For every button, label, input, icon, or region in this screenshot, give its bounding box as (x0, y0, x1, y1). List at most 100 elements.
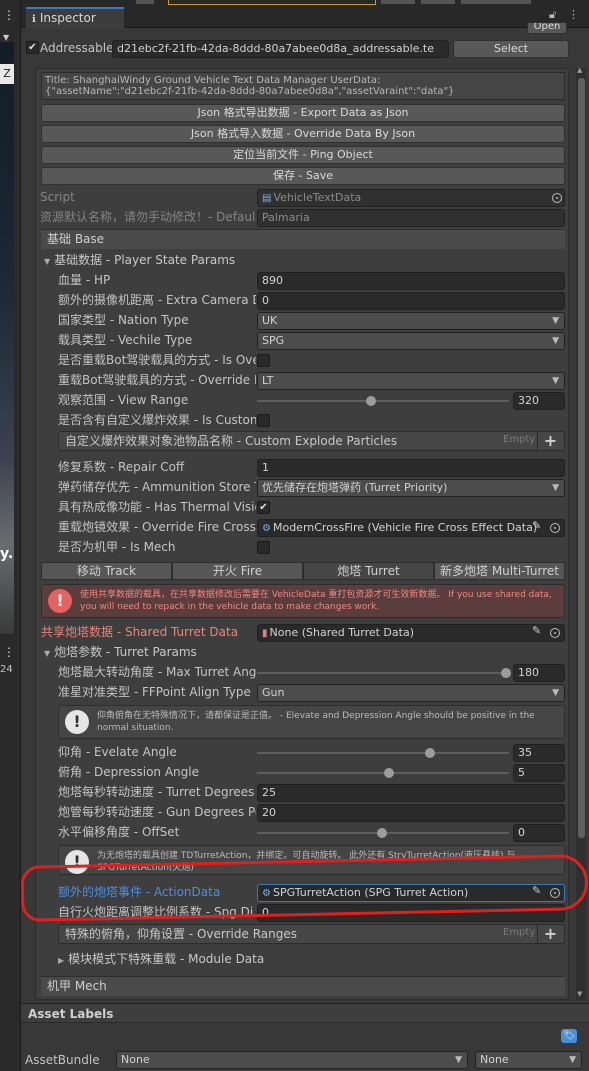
offset-label: 水平偏移角度 - OffSet (58, 825, 180, 839)
vehicle-type-dropdown[interactable]: SPG ▼ (257, 332, 565, 350)
section-mech[interactable]: 机甲 Mech (41, 976, 565, 996)
depression-angle-slider-knob[interactable] (384, 768, 394, 778)
foldout-expanded-icon: ▼ (44, 257, 51, 266)
scrollbar-thumb[interactable] (578, 78, 585, 838)
assetbundle-name-value: None (121, 1053, 150, 1066)
userdata-title-box: Title: ShanghaiWindy Ground Vehicle Text… (41, 72, 565, 100)
custom-explode-list-label: 自定义爆炸效果对象池物品名称 - Custom Explode Particle… (65, 434, 398, 448)
addressable-row: ✔ Addressable d21ebc2f-21fb-42da-8ddd-80… (21, 38, 589, 58)
override-fire-cross-value: ModernCrossFire (Vehicle Fire Cross Effe… (272, 521, 538, 534)
elevate-angle-slider-knob[interactable] (425, 748, 435, 758)
assetbundle-variant-dropdown[interactable]: None ▼ (475, 1051, 582, 1069)
scroll-up-arrow-icon[interactable]: ▲ (577, 66, 582, 74)
depression-angle-field[interactable]: 5 (513, 764, 565, 782)
gun-degrees-field[interactable]: 20 (257, 804, 565, 822)
hp-field[interactable]: 890 (257, 272, 565, 290)
asset-labels-header[interactable]: Asset Labels (21, 1003, 589, 1023)
assetbundle-name-dropdown[interactable]: None ▼ (116, 1051, 468, 1069)
shared-data-warning: ! 使用共享数据的载具，在共享数据修改后需要在 VehicleData 重打包资… (41, 584, 565, 618)
extra-camera-field[interactable]: 0 (257, 292, 565, 310)
addressable-address-field[interactable]: d21ebc2f-21fb-42da-8ddd-80a7abee0d8a_add… (112, 40, 449, 58)
max-turret-angle-slider-knob[interactable] (501, 668, 511, 678)
elevate-angle-field[interactable]: 35 (513, 744, 565, 762)
asset-labels-title: Asset Labels (28, 1007, 114, 1021)
ffpoint-align-dropdown[interactable]: Gun ▼ (257, 684, 565, 702)
subtab-track[interactable]: 移动 Track (41, 562, 172, 580)
offset-field[interactable]: 0 (513, 824, 565, 842)
save-button[interactable]: 保存 - Save (41, 167, 565, 185)
warning-icon: ! (48, 589, 72, 613)
edit-pencil-icon[interactable]: ✎ (532, 519, 541, 532)
max-turret-angle-field[interactable]: 180 (513, 664, 565, 682)
turret-params-foldout[interactable]: ▼ 炮塔参数 - Turret Params (44, 643, 197, 663)
select-button[interactable]: Select (453, 40, 569, 58)
is-custom-explode-checkbox[interactable] (257, 414, 270, 427)
depression-angle-slider-track[interactable] (257, 772, 509, 774)
override-bot-dropdown[interactable]: LT ▼ (257, 372, 565, 390)
script-field: ▤ VehicleTextData (257, 189, 565, 207)
thermal-vision-checkbox[interactable]: ✔ (257, 501, 270, 514)
export-json-button[interactable]: Json 格式导出数据 - Export Data as Json (41, 104, 565, 122)
dropdown-arrow-icon: ▼ (569, 1055, 576, 1065)
dropdown-arrow-icon: ▼ (552, 376, 559, 386)
turret-degrees-field[interactable]: 25 (257, 784, 565, 802)
open-button[interactable]: Open (527, 22, 567, 34)
default-name-label: 资源默认名称，请勿手动修改！- Defaul (40, 210, 255, 224)
foldout-expanded-icon: ▼ (44, 649, 51, 658)
custom-explode-list[interactable]: 自定义爆炸效果对象池物品名称 - Custom Explode Particle… (58, 431, 565, 451)
edit-pencil-icon[interactable]: ✎ (532, 624, 541, 637)
addressable-label: Addressable (40, 41, 114, 55)
is-mech-label: 是否为机甲 - Is Mech (58, 540, 176, 554)
view-range-slider-track[interactable] (257, 400, 509, 402)
label-tag-icon[interactable]: 🏷︎ (561, 1029, 577, 1043)
vehicle-type-value: SPG (262, 334, 285, 347)
ping-object-button[interactable]: 定位当前文件 - Ping Object (41, 146, 565, 164)
script-target-icon (552, 193, 562, 203)
module-data-label: 模块模式下特殊重载 - Module Data (68, 952, 265, 966)
subtab-multi-turret[interactable]: 新多炮塔 Multi-Turret (434, 562, 565, 580)
panel-menu-icon[interactable]: ⋮ (568, 8, 579, 21)
subtab-turret[interactable]: 炮塔 Turret (303, 562, 434, 580)
elevate-angle-slider-track[interactable] (257, 752, 509, 754)
max-turret-angle-slider-track[interactable] (257, 672, 509, 674)
module-data-foldout[interactable]: ▶ 模块模式下特殊重载 - Module Data (58, 950, 264, 970)
object-picker-icon[interactable] (550, 523, 560, 533)
add-item-plus-icon[interactable]: + (537, 924, 563, 944)
scroll-down-arrow-icon[interactable]: ▼ (577, 990, 582, 998)
tab-inspector[interactable]: ℹ Inspector (26, 7, 124, 29)
player-state-foldout[interactable]: ▼ 基础数据 - Player State Params (44, 251, 235, 271)
nation-type-dropdown[interactable]: UK ▼ (257, 312, 565, 330)
import-json-button[interactable]: Json 格式导入数据 - Override Data By Json (41, 125, 565, 143)
lock-icon[interactable]: 🔓︎ (549, 8, 556, 22)
override-ranges-label: 特殊的俯角，仰角设置 - Override Ranges (65, 927, 297, 941)
nation-type-value: UK (262, 314, 278, 327)
view-range-slider-knob[interactable] (366, 396, 376, 406)
addressable-checkbox[interactable]: ✔ (26, 41, 39, 54)
override-bot-label: 重载Bot驾驶载具的方式 - Override E (58, 373, 256, 387)
is-override-bot-checkbox[interactable] (257, 354, 270, 367)
is-mech-checkbox[interactable] (257, 541, 270, 554)
dropdown-arrow-icon: ▼ (552, 316, 559, 326)
ffpoint-align-label: 准星对准类型 - FFPoint Align Type (58, 685, 251, 699)
object-picker-icon[interactable] (550, 628, 560, 638)
dropdown-arrow-icon: ▼ (552, 336, 559, 346)
kebab-menu-icon[interactable]: ⋮ (3, 8, 15, 22)
custom-explode-list-empty: Empty (503, 434, 536, 445)
repair-coff-field[interactable]: 1 (257, 459, 565, 477)
dropdown-arrow-icon[interactable]: ▼ (3, 33, 9, 42)
subtab-fire[interactable]: 开火 Fire (172, 562, 303, 580)
section-base[interactable]: 基础 Base (41, 229, 565, 249)
override-fire-cross-field[interactable]: ⚙ ModernCrossFire (Vehicle Fire Cross Eff… (257, 519, 565, 537)
offset-slider-knob[interactable] (377, 828, 387, 838)
add-item-plus-icon[interactable]: + (537, 431, 563, 451)
info-exclamation-icon: ! (65, 710, 89, 734)
ammunition-store-dropdown[interactable]: 优先储存在炮塔弹药 (Turret Priority) ▼ (257, 479, 565, 497)
foldout-collapsed-icon: ▶ (58, 956, 65, 965)
kebab-menu-icon-2[interactable]: ⋮ (3, 645, 15, 659)
ammunition-store-value: 优先储存在炮塔弹药 (Turret Priority) (262, 481, 448, 494)
script-value: VehicleTextData (273, 191, 362, 204)
shared-turret-data-field[interactable]: ▮ None (Shared Turret Data) (257, 624, 565, 642)
view-range-field[interactable]: 320 (513, 392, 565, 410)
scriptable-object-icon: ⚙ (262, 523, 271, 534)
override-ranges-list[interactable]: 特殊的俯角，仰角设置 - Override Ranges Empty + (58, 924, 565, 944)
